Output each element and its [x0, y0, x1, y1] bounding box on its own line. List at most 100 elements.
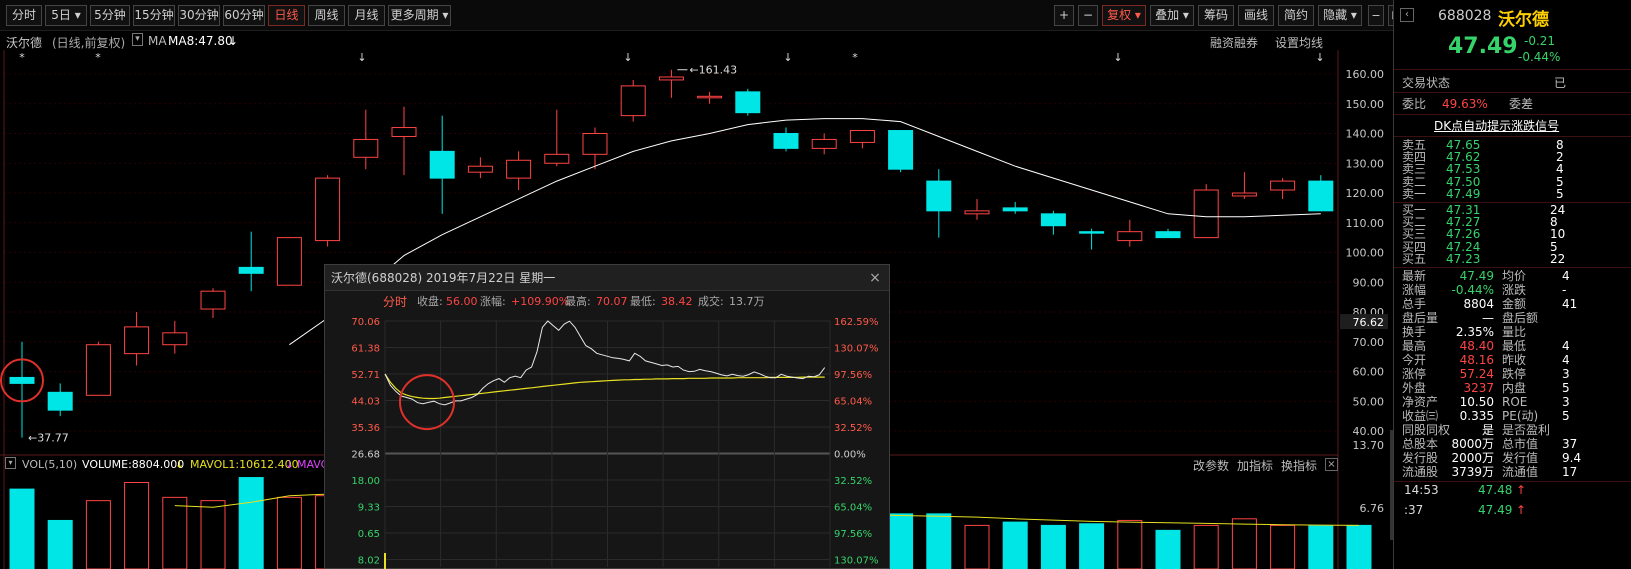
volume-bar: [1117, 519, 1143, 569]
toolbar-button-0[interactable]: +: [1054, 5, 1074, 26]
candle[interactable]: [1117, 219, 1143, 247]
candle[interactable]: [315, 175, 341, 247]
period-tab-2[interactable]: 5分钟: [90, 5, 130, 26]
period-tab-8[interactable]: 月线: [348, 5, 385, 26]
ask-price[interactable]: 47.62: [1446, 151, 1480, 163]
candle[interactable]: [697, 91, 723, 104]
ask-price[interactable]: 47.65: [1446, 139, 1480, 151]
toolbar-button-7[interactable]: 隐藏 ▾: [1318, 5, 1362, 26]
bid-volume: 8: [1550, 215, 1558, 230]
candle-body: [1040, 213, 1066, 227]
toolbar-button-4[interactable]: 筹码: [1198, 5, 1234, 26]
event-marker[interactable]: ↓: [1315, 51, 1324, 64]
switch-indicator-link[interactable]: 换指标: [1281, 457, 1317, 474]
price-tick: 160.00: [1346, 68, 1385, 81]
bid-price[interactable]: 47.31: [1446, 204, 1480, 216]
stat-label: 总股本: [1402, 437, 1439, 451]
candle[interactable]: [1231, 172, 1257, 199]
period-tab-5[interactable]: 60分钟: [223, 5, 265, 26]
close-icon[interactable]: ×: [1325, 458, 1338, 471]
bid-price[interactable]: 47.26: [1446, 228, 1480, 240]
candle[interactable]: [467, 157, 493, 179]
edit-params-link[interactable]: 改参数: [1193, 457, 1229, 474]
candle[interactable]: [773, 127, 799, 152]
candle[interactable]: [429, 115, 455, 214]
stat-label-2: 是否盈利: [1502, 423, 1551, 437]
candle[interactable]: [1155, 228, 1181, 239]
event-marker[interactable]: ↓: [357, 51, 366, 64]
period-tab-7[interactable]: 周线: [308, 5, 345, 26]
candle[interactable]: [47, 383, 73, 417]
set-ma-link[interactable]: 设置均线: [1275, 34, 1323, 51]
toolbar-button-3[interactable]: 叠加 ▾: [1150, 5, 1194, 26]
popup-close-icon[interactable]: ×: [867, 270, 883, 286]
candle[interactable]: [620, 79, 646, 122]
event-marker[interactable]: ↓: [1113, 51, 1122, 64]
period-tab-0[interactable]: 分时: [6, 5, 42, 26]
event-marker[interactable]: *: [19, 51, 25, 64]
candle-body: [735, 91, 761, 114]
period-tab-4[interactable]: 30分钟: [178, 5, 220, 26]
candle-body: [1117, 231, 1143, 242]
bid-price[interactable]: 47.23: [1446, 253, 1480, 265]
toolbar-button-1[interactable]: −: [1078, 5, 1098, 26]
stat-label: 今开: [1402, 353, 1427, 367]
bid-price[interactable]: 47.27: [1446, 216, 1480, 228]
minimize-icon[interactable]: −: [1368, 5, 1384, 26]
candle[interactable]: [162, 320, 188, 354]
popup-right-tick: 32.52%: [834, 423, 872, 434]
bid-price[interactable]: 47.24: [1446, 241, 1480, 253]
stat-value-2: 37: [1562, 437, 1578, 451]
candle[interactable]: [1079, 228, 1105, 250]
popup-right-tick: 97.56%: [834, 529, 872, 540]
candle[interactable]: [544, 109, 570, 167]
add-indicator-link[interactable]: 加指标: [1237, 457, 1273, 474]
event-marker[interactable]: ↓: [783, 51, 792, 64]
candle[interactable]: [9, 341, 35, 438]
volume-settings-icon[interactable]: ▾: [5, 457, 16, 469]
candle[interactable]: [849, 130, 875, 149]
candle[interactable]: [506, 151, 532, 191]
candle[interactable]: [1040, 210, 1066, 235]
back-icon[interactable]: ‹: [1400, 8, 1414, 22]
price-change-pct: -0.44%: [1518, 50, 1561, 64]
toolbar-button-6[interactable]: 简约: [1278, 5, 1314, 26]
candle[interactable]: [964, 198, 990, 220]
candle[interactable]: [391, 106, 417, 176]
candle[interactable]: [926, 169, 952, 238]
candle[interactable]: [353, 109, 379, 170]
candle[interactable]: [200, 288, 226, 318]
stat-label: 涨幅: [1402, 283, 1427, 297]
candle[interactable]: [124, 312, 150, 366]
candle[interactable]: [888, 130, 914, 173]
settings-icon[interactable]: ▾: [132, 33, 143, 46]
toolbar-button-2[interactable]: 复权 ▾: [1102, 5, 1146, 26]
period-tab-1[interactable]: 5日 ▾: [45, 5, 87, 26]
stat-label-2: 昨收: [1502, 353, 1527, 367]
candle[interactable]: [735, 88, 761, 116]
period-tab-6[interactable]: 日线: [268, 5, 305, 26]
candle[interactable]: [1002, 201, 1028, 214]
candle[interactable]: [1308, 175, 1334, 212]
event-marker[interactable]: *: [95, 51, 101, 64]
toolbar-button-5[interactable]: 画线: [1238, 5, 1274, 26]
volume-arrow-icon: ↓: [175, 458, 185, 471]
period-tab-3[interactable]: 15分钟: [133, 5, 175, 26]
stat-label-2: 跌停: [1502, 367, 1527, 381]
event-marker[interactable]: ↓: [623, 51, 632, 64]
candle[interactable]: [811, 133, 837, 155]
candle[interactable]: [85, 341, 111, 396]
margin-trading-link[interactable]: 融资融券: [1210, 34, 1258, 51]
ask-price[interactable]: 47.50: [1446, 176, 1480, 188]
candle[interactable]: [1193, 184, 1219, 239]
intraday-chart[interactable]: 70.06 61.38 52.71 44.03 35.36 26.68 18.00 9.33 0…: [325, 313, 889, 569]
event-marker[interactable]: *: [852, 51, 858, 64]
ask-price[interactable]: 47.53: [1446, 163, 1480, 175]
ask-price[interactable]: 47.49: [1446, 188, 1480, 200]
period-tab-9[interactable]: 更多周期 ▾: [388, 5, 451, 26]
bid-label: 买三: [1402, 227, 1427, 242]
dk-signal-link[interactable]: DK点自动提示涨跌信号: [1434, 119, 1559, 133]
candle[interactable]: [1270, 178, 1296, 199]
tab-intraday[interactable]: 分时: [383, 292, 407, 312]
candle[interactable]: [276, 237, 302, 286]
